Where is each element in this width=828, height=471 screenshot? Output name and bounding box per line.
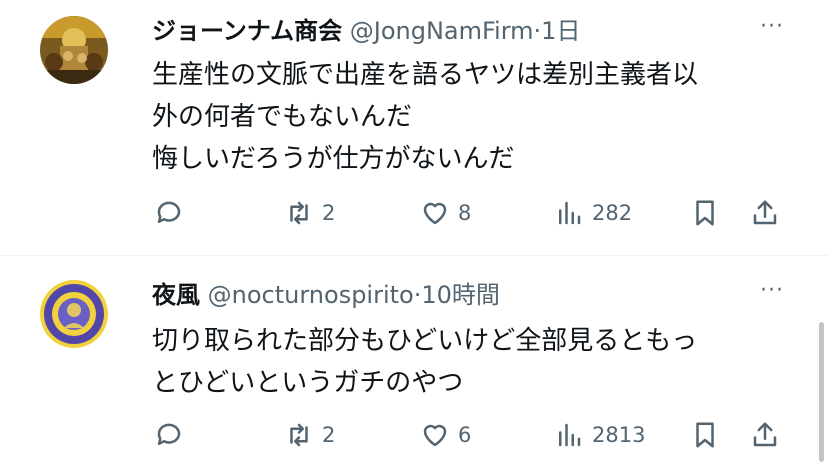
views-button[interactable]: 282 (554, 195, 632, 231)
avatar-image (40, 16, 108, 84)
like-button[interactable]: 8 (420, 195, 471, 231)
bookmark-button[interactable] (690, 195, 720, 231)
tweet[interactable]: 夜風 @nocturnospirito·10時間 ··· 切り取られた部分もひど… (0, 256, 828, 471)
user-handle[interactable]: @nocturnospirito (208, 281, 414, 309)
timestamp[interactable]: 1日 (541, 17, 580, 45)
share-button[interactable] (750, 195, 780, 231)
views-button[interactable]: 2813 (554, 417, 645, 453)
bookmark-icon (696, 422, 714, 448)
views-chart-icon (559, 423, 581, 447)
reply-button[interactable] (154, 417, 192, 453)
user-handle[interactable]: @JongNamFirm (350, 17, 534, 45)
action-bar: 2 8 282 (152, 195, 784, 231)
avatar[interactable] (40, 280, 108, 348)
tweet-text-line: 切り取られた部分もひどいけど全部見るともっ (152, 326, 698, 356)
retweet-button[interactable]: 2 (284, 195, 335, 231)
like-count: 8 (458, 201, 472, 225)
like-button[interactable]: 6 (420, 417, 471, 453)
display-name[interactable]: ジョーンナム商会 (152, 17, 342, 45)
more-options-icon[interactable]: ··· (760, 14, 784, 39)
timestamp[interactable]: 10時間 (421, 281, 500, 309)
retweet-icon (290, 423, 308, 447)
more-options-icon[interactable]: ··· (760, 278, 784, 303)
retweet-count: 2 (322, 201, 336, 225)
retweet-icon (290, 201, 308, 225)
bookmark-button[interactable] (690, 417, 720, 453)
share-button[interactable] (750, 417, 780, 453)
reply-button[interactable] (154, 195, 192, 231)
tweet-header: 夜風 @nocturnospirito·10時間 (152, 280, 500, 310)
heart-icon (423, 202, 447, 225)
action-bar: 2 6 2813 (152, 417, 784, 453)
retweet-button[interactable]: 2 (284, 417, 335, 453)
tweet-text: 生産性の文脈で出産を語るヤツは差別主義者以 外の何者でもないんだ 悔しいだろうが… (152, 54, 698, 180)
reply-icon (157, 423, 181, 445)
display-name[interactable]: 夜風 (152, 281, 200, 309)
share-icon (753, 422, 777, 447)
share-icon (753, 200, 777, 225)
avatar-image (40, 280, 108, 348)
tweet[interactable]: ジョーンナム商会 @JongNamFirm·1日 ··· 生産性の文脈で出産を語… (0, 0, 828, 255)
avatar[interactable] (40, 16, 108, 84)
view-count: 282 (592, 201, 633, 225)
tweet-text: 切り取られた部分もひどいけど全部見るともっ とひどいというガチのやつ (152, 320, 697, 404)
heart-icon (423, 424, 447, 447)
tweet-text-line: とひどいというガチのやつ (152, 368, 464, 398)
retweet-count: 2 (322, 423, 336, 447)
tweet-text-line: 外の何者でもないんだ (152, 102, 413, 132)
tweet-text-line: 生産性の文脈で出産を語るヤツは差別主義者以 (152, 60, 699, 90)
tweet-header: ジョーンナム商会 @JongNamFirm·1日 (152, 16, 580, 46)
scrollbar[interactable] (819, 322, 824, 462)
reply-icon (157, 201, 181, 223)
view-count: 2813 (592, 423, 646, 447)
views-chart-icon (559, 201, 581, 225)
bookmark-icon (696, 200, 714, 226)
like-count: 6 (458, 423, 472, 447)
tweet-text-line: 悔しいだろうが仕方がないんだ (152, 144, 515, 174)
